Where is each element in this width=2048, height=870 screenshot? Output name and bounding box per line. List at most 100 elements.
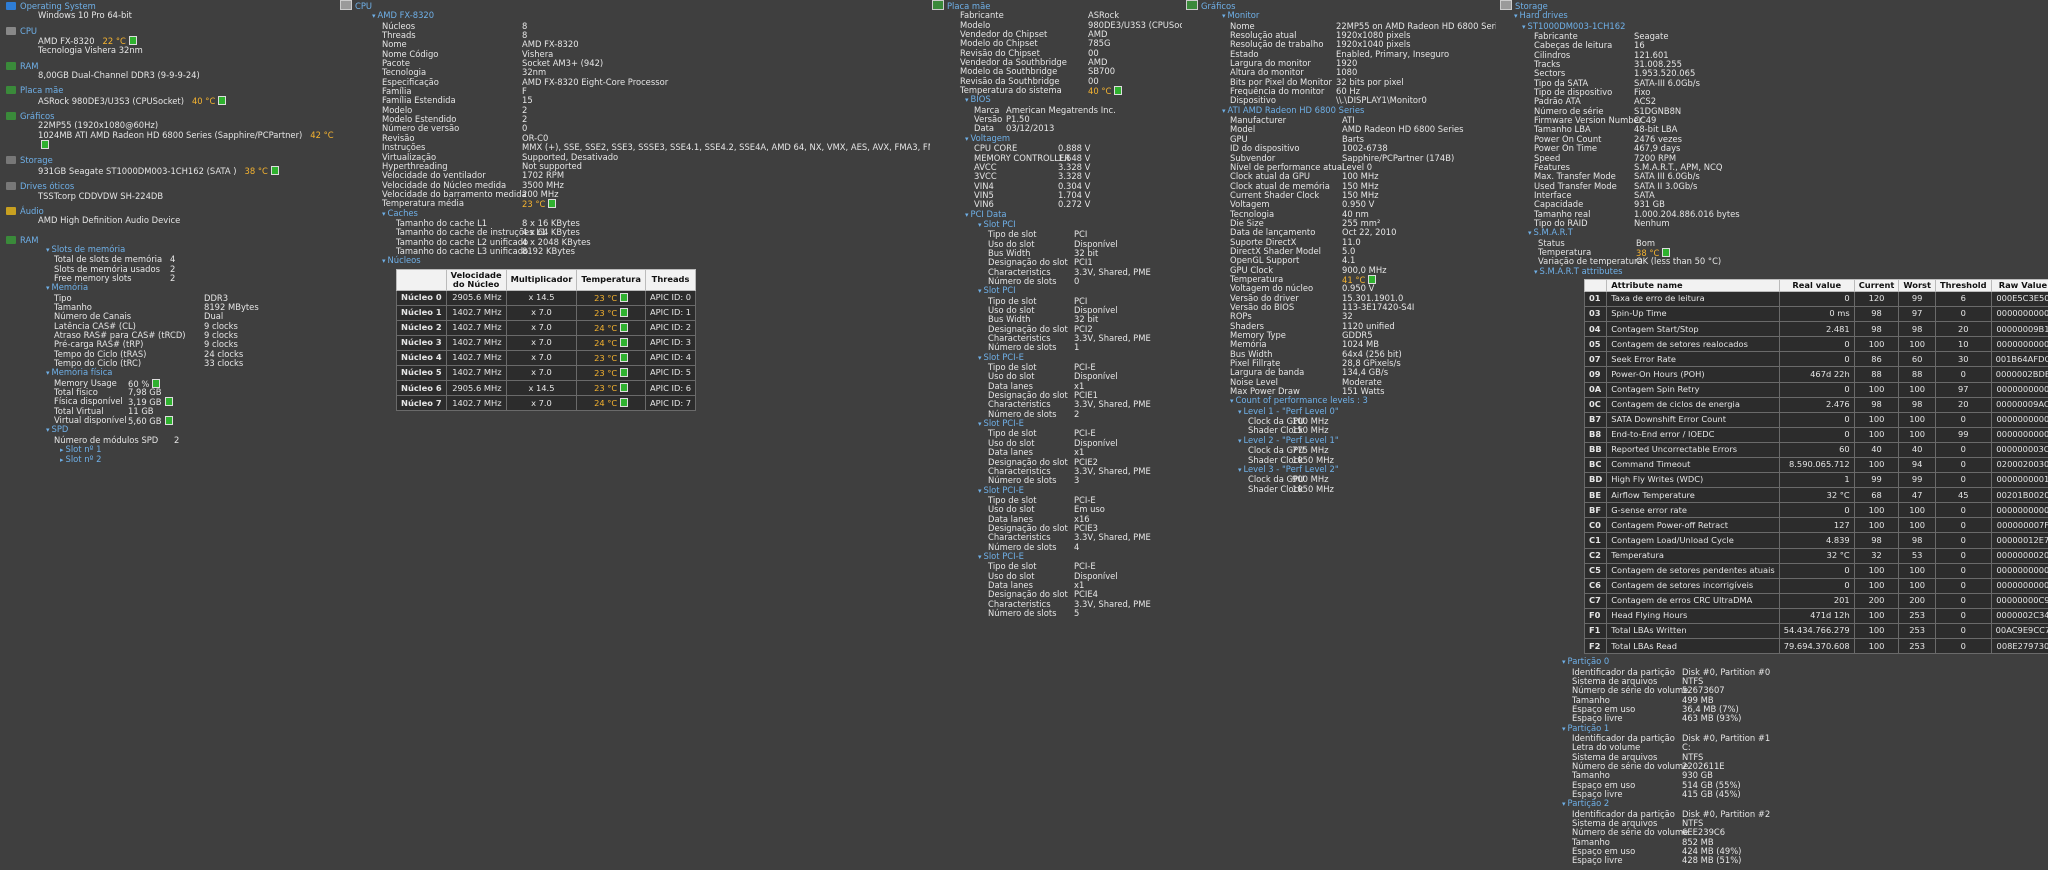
table-cell: 98 [1898,396,1936,413]
property-value: 00 [1088,75,1099,86]
table-cell: 0000002C34 [1990,607,2048,625]
collapse-arrow-icon[interactable]: ▾ [1238,466,1242,474]
property-row: Núcleos 8 [382,21,930,31]
table-cell: 100 [1853,577,1900,594]
table-row: C2Temperatura32 °C325300000000020Bom [1583,547,2048,564]
summary-category[interactable]: Placa mãe [6,86,336,95]
property-value: 5 [1074,608,1080,618]
table-cell: 0 [1778,411,1855,428]
collapse-arrow-icon[interactable]: ▾ [978,420,982,428]
collapse-arrow-icon[interactable]: ▾ [1230,397,1234,405]
table-cell: BB [1583,441,1608,459]
storage-panel: Storage ▾ Hard drives ▾ ST1000DM003-1CH162… [1500,0,2048,870]
property-row: Família F [382,86,930,96]
property-row: Tamanho 499 MB [1572,695,2048,705]
mb-props: Fabricante ASRock Modelo 980DE3/U3S3 (CPUSo… [932,10,1182,86]
collapse-arrow-icon[interactable]: ▾ [46,426,50,434]
summary-line: 931GB Seagate ST1000DM003-1CH162 (SATA )… [6,165,336,176]
property-row: Shader Clock 1050 MHz [1248,484,1496,494]
property-value: 11 GB [128,405,154,416]
collapse-arrow-icon[interactable]: ▾ [1222,107,1226,115]
property-value: 03/12/2013 [1006,123,1055,134]
table-cell: 0 [1934,638,1992,655]
property-row: Especificação AMD FX-8320 Eight-Core Proc… [382,77,930,87]
smart-node[interactable]: ▾ S.M.A.R.T [1500,228,2048,238]
node-title: Slot PCI [983,285,1016,296]
property-row: Espaço livre 463 MB (93%) [1572,713,2048,723]
collapse-arrow-icon[interactable]: ▾ [1238,437,1242,445]
collapse-arrow-icon[interactable]: ▾ [382,210,386,218]
storage-header[interactable]: Storage [1500,0,2048,11]
summary-category[interactable]: Storage [6,156,336,165]
property-value: 3.3V, Shared, PME [1074,399,1151,410]
collapse-arrow-icon[interactable]: ▾ [978,487,982,495]
table-cell: 09 [1583,366,1608,383]
table-cell: 86 [1853,351,1900,368]
expand-arrow-icon[interactable]: ▸ [60,456,64,464]
voltage-node[interactable]: ▾ Voltagem [932,133,1182,144]
table-cell: 99 [1853,472,1900,489]
table-row: C1 Contagem Load/Unload Cycle 4.839 98 98 0 00… [1583,532,2048,549]
collapse-arrow-icon[interactable]: ▾ [1534,268,1538,276]
perf-node[interactable]: ▾ Count of performance levels : 3 [1186,396,1496,406]
table-row: BDHigh Fly Writes (WDC)1999900000000001B… [1583,472,2048,489]
table-cell: Total LBAs Written [1606,623,1780,640]
table-cell: Núcleo 3 [396,334,447,352]
smart-attr-node[interactable]: ▾ S.M.A.R.T attributes [1500,266,2048,277]
property-row: Cabeças de leitura 16 [1534,41,2048,51]
drive-node[interactable]: ▾ ST1000DM003-1CH162 [1500,21,2048,32]
thermometer-icon [620,307,629,317]
collapse-arrow-icon[interactable]: ▾ [46,246,50,254]
collapse-arrow-icon[interactable]: ▾ [978,354,982,362]
spd-slot-node[interactable]: ▸ Slot nº 2 [54,455,336,465]
collapse-arrow-icon[interactable]: ▾ [382,257,386,265]
collapse-arrow-icon[interactable]: ▾ [1222,12,1226,20]
pci-node[interactable]: ▾ PCI Data [932,209,1182,220]
collapse-arrow-icon[interactable]: ▾ [46,369,50,377]
table-cell: 98 [1898,321,1936,338]
collapse-arrow-icon[interactable]: ▾ [1514,12,1518,20]
table-cell: 200 [1853,592,1900,609]
table-cell: 00000009B1 [1990,321,2048,338]
temperature-value: 40 °C [1088,86,1123,96]
collapse-arrow-icon[interactable]: ▾ [1562,658,1566,666]
property-label: Número de slots [988,342,1057,353]
property-row: Nome Código Vishera [382,49,930,59]
table-cell: 0000002BDE [1990,366,2048,383]
collapse-arrow-icon[interactable]: ▾ [1528,229,1532,237]
expand-arrow-icon[interactable]: ▸ [60,446,64,454]
tree-node[interactable]: ▾ Memória [40,283,336,293]
table-cell: 1402.7 MHz [445,365,507,382]
summary-category[interactable]: CPU [6,26,336,36]
cpu-model-node[interactable]: ▾ AMD FX-8320 [340,11,930,21]
collapse-arrow-icon[interactable]: ▾ [965,135,969,143]
table-cell: 0000000000 [1990,306,2048,323]
table-cell: 23 °C [576,380,646,397]
collapse-arrow-icon[interactable]: ▾ [978,221,982,229]
collapse-arrow-icon[interactable]: ▾ [372,12,376,20]
table-cell: End-to-End error / IOEDC [1606,426,1780,443]
table-cell: 0 [1934,623,1992,640]
collapse-arrow-icon[interactable]: ▾ [965,96,969,104]
summary-value: 1024MB ATI AMD Radeon HD 6800 Series (Sa… [38,129,303,140]
collapse-arrow-icon[interactable]: ▾ [978,553,982,561]
property-row: Shader Clock 150 MHz [1248,426,1496,436]
collapse-arrow-icon[interactable]: ▾ [1238,408,1242,416]
property-label: Dispositivo [1230,95,1276,106]
collapse-arrow-icon[interactable]: ▾ [1562,725,1566,733]
property-row: Tamanho LBA 48-bit LBA [1534,125,2048,135]
table-cell: 120 [1853,290,1900,308]
collapse-arrow-icon[interactable]: ▾ [978,287,982,295]
summary-value: TSSTcorp CDDVDW SH-224DB [38,190,164,201]
table-cell: 2.481 [1778,321,1855,338]
collapse-arrow-icon[interactable]: ▾ [1522,23,1526,31]
collapse-arrow-icon[interactable]: ▾ [46,284,50,292]
collapse-arrow-icon[interactable]: ▾ [1562,800,1566,808]
table-cell: 98 [1898,532,1936,549]
cores-node[interactable]: ▾ Núcleos [340,256,930,266]
collapse-arrow-icon[interactable]: ▾ [965,211,969,219]
table-cell: 24 °C [576,334,646,352]
table-cell: 0 [1778,351,1855,368]
property-label: Número de slots [988,408,1057,419]
table-row: 01 Taxa de erro de leitura 0 120 99 6 000E5C3E… [1583,290,2048,308]
